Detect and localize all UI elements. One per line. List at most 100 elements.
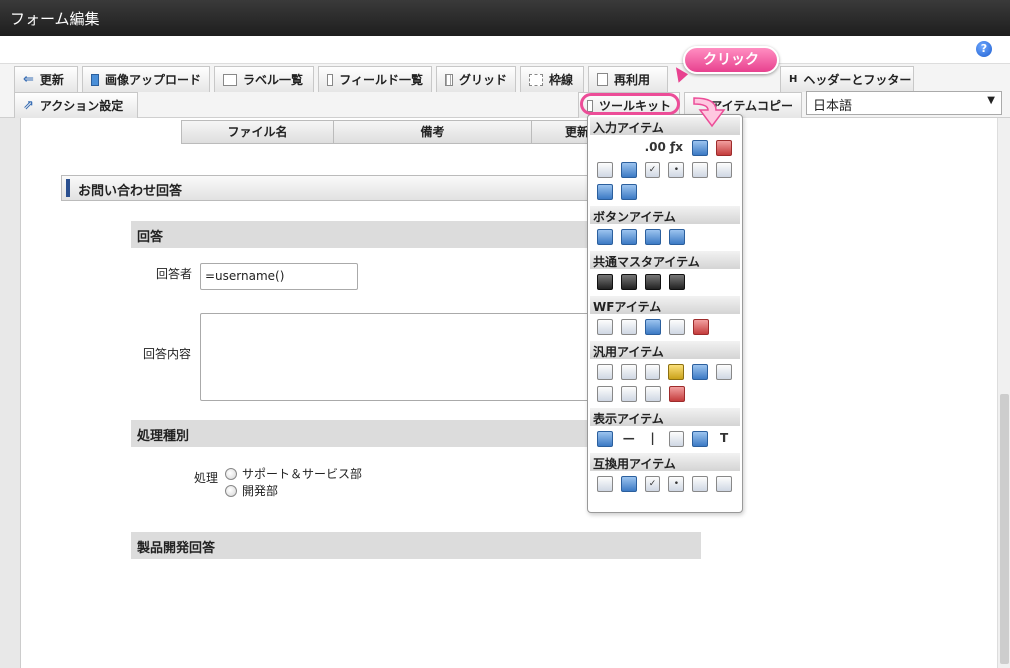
tree-icon[interactable]: [645, 386, 661, 402]
label-icon[interactable]: [597, 431, 613, 447]
field-list-icon: [327, 73, 334, 86]
field-list-button[interactable]: フィールド一覧: [318, 66, 432, 92]
date-blue-icon[interactable]: [692, 140, 709, 156]
upload-doc-icon[interactable]: [692, 364, 709, 380]
date-red-icon[interactable]: [716, 140, 733, 156]
toolkit-category: 互換用アイテム: [590, 453, 740, 471]
download-doc-icon[interactable]: [716, 364, 732, 380]
back-2-icon[interactable]: [669, 229, 685, 245]
dotted-icon[interactable]: [597, 364, 613, 380]
update-button[interactable]: ⇐ 更新: [14, 66, 78, 92]
toolkit-highlight: [580, 93, 680, 115]
toolkit-category: ボタンアイテム: [590, 206, 740, 224]
button-ok-icon[interactable]: [597, 229, 613, 245]
next-icon[interactable]: [621, 229, 637, 245]
toolkit-category: 表示アイテム: [590, 408, 740, 426]
image-upload-icon: [91, 73, 99, 86]
action-settings-button[interactable]: ⇗ アクション設定: [14, 92, 138, 118]
grid-icon: [445, 73, 453, 86]
toolkit-row: ✓ •: [590, 162, 740, 178]
border-button[interactable]: 枠線: [520, 66, 584, 92]
grid-column-remarks: 備考: [334, 121, 532, 143]
radio-icon[interactable]: [225, 484, 237, 497]
box-icon[interactable]: [668, 431, 685, 447]
toolkit-row: [590, 229, 740, 245]
check-icon[interactable]: ✓: [644, 162, 661, 178]
report-icon[interactable]: [669, 319, 685, 335]
toolkit-row: .00 ƒx: [590, 140, 740, 156]
org-icon[interactable]: [645, 274, 661, 290]
image-upload-button[interactable]: 画像アップロード: [82, 66, 210, 92]
list-3-icon[interactable]: [692, 476, 709, 492]
select-icon[interactable]: [597, 162, 613, 178]
window-title: フォーム編集: [0, 0, 1010, 36]
upload-icon[interactable]: [597, 184, 613, 200]
camera-icon[interactable]: [644, 364, 661, 380]
grid-column-filename: ファイル名: [182, 121, 334, 143]
top-strip: ?: [0, 36, 1010, 64]
radio-icon[interactable]: •: [668, 162, 685, 178]
header-footer-icon: H: [789, 73, 798, 85]
process-label: 処理: [194, 471, 219, 485]
vertical-scrollbar[interactable]: [997, 118, 1010, 668]
process-option-support[interactable]: サポート＆サービス部: [225, 465, 362, 482]
clipboard-icon[interactable]: [597, 319, 613, 335]
table-icon[interactable]: [620, 162, 637, 178]
radio-icon[interactable]: [225, 467, 237, 480]
language-select[interactable]: 日本語 ▼: [806, 91, 1002, 115]
table-3-icon[interactable]: [620, 476, 637, 492]
doc-icon[interactable]: [620, 364, 637, 380]
back-icon[interactable]: [645, 229, 661, 245]
list-4-icon[interactable]: [716, 476, 732, 492]
textbox-icon[interactable]: [597, 140, 613, 156]
respondent-label: 回答者: [156, 267, 193, 281]
update-icon: ⇐: [23, 71, 34, 87]
vline-icon[interactable]: |: [645, 431, 661, 447]
language-value: 日本語: [813, 99, 853, 114]
list-2-icon[interactable]: [716, 162, 732, 178]
reuse-button[interactable]: 再利用: [588, 66, 668, 92]
click-callout: クリック: [683, 46, 779, 74]
stamp-icon[interactable]: [693, 319, 709, 335]
grid-button[interactable]: グリッド: [436, 66, 516, 92]
org-2-icon[interactable]: [669, 274, 685, 290]
hline-icon[interactable]: —: [621, 431, 637, 447]
text-icon[interactable]: T: [716, 431, 732, 447]
scrollbar-thumb[interactable]: [1000, 394, 1009, 664]
file-grid-header: ファイル名 備考 更新: [181, 120, 623, 144]
arrow-down-icon: [693, 97, 726, 128]
check-2-icon[interactable]: ✓: [644, 476, 661, 492]
calendar-icon[interactable]: [669, 386, 685, 402]
folder-icon[interactable]: [668, 364, 685, 380]
toolkit-category: 共通マスタアイテム: [590, 251, 740, 269]
reuse-icon: [597, 73, 608, 86]
attach-icon[interactable]: [621, 319, 637, 335]
toolkit-row: ✓ •: [590, 476, 740, 492]
respondent-input[interactable]: =username(): [200, 263, 358, 290]
toolkit-category: 汎用アイテム: [590, 341, 740, 359]
answer-content-textarea[interactable]: [200, 313, 590, 401]
panel-icon[interactable]: [597, 386, 613, 402]
chevron-down-icon: ▼: [987, 95, 995, 106]
header-footer-button[interactable]: H ヘッダーとフッター: [780, 66, 914, 92]
list-icon[interactable]: [692, 162, 709, 178]
textbox-2-icon[interactable]: [621, 140, 637, 156]
user-icon[interactable]: [597, 274, 613, 290]
table-2-icon[interactable]: [621, 184, 637, 200]
border-icon: [529, 73, 543, 86]
card-icon[interactable]: [621, 386, 637, 402]
product-section[interactable]: 製品開発回答: [131, 532, 701, 559]
toolkit-panel: 入力アイテム .00 ƒx ✓ • ボタンアイテム 共通マスタアイテム WFアイテム 汎用アイテ…: [587, 114, 743, 513]
select-2-icon[interactable]: [597, 476, 613, 492]
radio-2-icon[interactable]: •: [668, 476, 685, 492]
building-icon[interactable]: [621, 274, 637, 290]
help-icon[interactable]: ?: [976, 41, 992, 57]
toolkit-row: — | T: [590, 431, 740, 447]
decimal00-icon[interactable]: .00: [645, 140, 666, 156]
label-list-button[interactable]: ラベル一覧: [214, 66, 314, 92]
process-option-dev[interactable]: 開発部: [225, 482, 278, 499]
image-icon[interactable]: [645, 319, 661, 335]
fx-icon[interactable]: ƒx: [669, 140, 685, 156]
image-2-icon[interactable]: [692, 431, 709, 447]
toolkit-row: [590, 319, 740, 335]
